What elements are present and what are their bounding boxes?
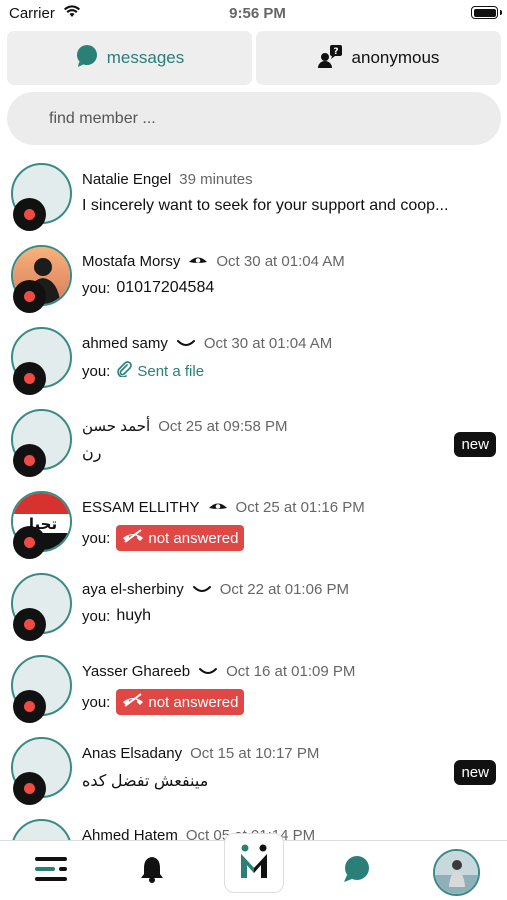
message-preview: huyh	[116, 607, 152, 624]
conversation-row[interactable]: تحيا ESSAM ELLITHY Oct 25 at 01:16 PM yo…	[0, 488, 507, 570]
eye-icon	[208, 502, 228, 514]
new-badge: new	[454, 760, 496, 785]
contact-name: Natalie Engel	[82, 171, 172, 188]
message-time: Oct 25 at 01:16 PM	[235, 499, 365, 516]
bottom-nav	[0, 833, 507, 900]
conversation-list[interactable]: Natalie Engel 39 minutes I sincerely wan…	[0, 160, 507, 840]
battery-icon	[471, 6, 502, 19]
conversation-row[interactable]: ahmed samy Oct 30 at 01:04 AM you: Sent …	[0, 324, 507, 406]
contact-name: Mostafa Morsy	[82, 253, 181, 270]
contact-name: Ahmed Hatem	[82, 827, 178, 840]
paperclip-icon	[116, 361, 133, 381]
message-preview: I sincerely want to seek for your suppor…	[82, 197, 449, 214]
message-time: Oct 15 at 10:17 PM	[190, 745, 320, 762]
chat-icon	[342, 855, 370, 888]
sender-prefix: you:	[82, 529, 111, 547]
missed-call-icon	[122, 693, 144, 711]
record-icon	[13, 608, 46, 641]
svg-text:?: ?	[333, 47, 338, 57]
contact-name: أحمد حسن	[82, 418, 151, 435]
tab-anonymous-label: anonymous	[351, 48, 440, 67]
search-bar	[7, 92, 501, 145]
record-icon	[13, 526, 46, 559]
not-answered-label: not answered	[148, 693, 239, 711]
closed-eye-icon	[198, 667, 218, 677]
contact-name: Yasser Ghareeb	[82, 663, 191, 680]
anonymous-user-icon: ?	[317, 44, 344, 73]
tab-messages[interactable]: messages	[7, 31, 252, 85]
record-icon	[13, 198, 46, 231]
status-bar: Carrier 9:56 PM	[0, 0, 507, 28]
message-time: 39 minutes	[179, 171, 253, 188]
notifications-button[interactable]	[122, 841, 182, 900]
record-icon	[13, 772, 46, 805]
avatar	[11, 819, 72, 840]
conversation-row[interactable]: Anas Elsadany Oct 15 at 10:17 PM مينفعش …	[0, 734, 507, 816]
message-time: Oct 30 at 01:04 AM	[203, 335, 333, 352]
sender-prefix: you:	[82, 693, 111, 711]
chat-button[interactable]	[326, 841, 386, 900]
message-time: Oct 16 at 01:09 PM	[226, 663, 356, 680]
home-logo-button[interactable]	[224, 833, 284, 893]
new-badge: new	[454, 432, 496, 457]
record-icon	[13, 444, 46, 477]
sender-prefix: you:	[82, 279, 111, 297]
tab-messages-label: messages	[106, 48, 185, 67]
closed-eye-icon	[192, 585, 212, 595]
contact-name: ahmed samy	[82, 335, 168, 352]
contact-name: aya el-sherbiny	[82, 581, 184, 598]
menu-button[interactable]	[22, 841, 82, 900]
record-icon	[13, 362, 46, 395]
not-answered-label: not answered	[148, 529, 239, 547]
conversation-row[interactable]: aya el-sherbiny Oct 22 at 01:06 PM you: …	[0, 570, 507, 652]
bell-icon	[139, 855, 165, 888]
sender-prefix: you:	[82, 607, 111, 625]
message-preview: رن	[82, 445, 102, 462]
sent-file-link[interactable]: Sent a file	[116, 361, 204, 381]
message-time: Oct 30 at 01:04 AM	[216, 253, 345, 270]
conversation-row[interactable]: Natalie Engel 39 minutes I sincerely wan…	[0, 160, 507, 242]
conversation-row[interactable]: Yasser Ghareeb Oct 16 at 01:09 PM you: n…	[0, 652, 507, 734]
contact-name: Anas Elsadany	[82, 745, 183, 762]
record-icon	[13, 690, 46, 723]
message-preview: 01017204584	[116, 279, 215, 296]
record-icon	[13, 280, 46, 313]
menu-icon	[34, 854, 70, 889]
message-time: Oct 22 at 01:06 PM	[219, 581, 349, 598]
file-label: Sent a file	[137, 362, 205, 380]
eye-icon	[188, 256, 208, 268]
profile-avatar[interactable]	[433, 849, 480, 896]
conversation-row[interactable]: Mostafa Morsy Oct 30 at 01:04 AM you: 01…	[0, 242, 507, 324]
not-answered-badge: not answered	[116, 525, 245, 551]
missed-call-icon	[122, 529, 144, 547]
contact-name: ESSAM ELLITHY	[82, 499, 200, 516]
message-preview: مينفعش تفضل كده	[82, 773, 209, 790]
not-answered-badge: not answered	[116, 689, 245, 715]
chat-bubble-icon	[75, 44, 99, 73]
status-time: 9:56 PM	[229, 5, 286, 22]
message-time: Oct 25 at 09:58 PM	[158, 417, 288, 435]
sender-prefix: you:	[82, 362, 111, 380]
search-input[interactable]	[7, 92, 501, 145]
conversation-row[interactable]: أحمد حسن Oct 25 at 09:58 PM رن new	[0, 406, 507, 488]
tab-bar: messages ? anonymous	[7, 31, 501, 85]
closed-eye-icon	[176, 339, 196, 349]
tab-anonymous[interactable]: ? anonymous	[256, 31, 501, 85]
app-logo-icon	[238, 843, 270, 884]
